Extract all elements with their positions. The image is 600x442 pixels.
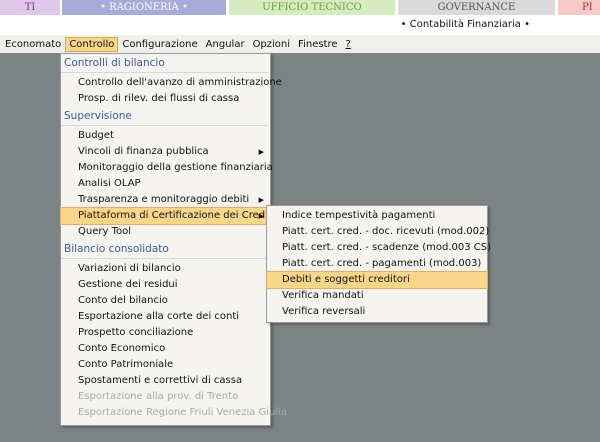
- menu-item-label: Prosp. di rilev. dei flussi di cassa: [78, 93, 240, 104]
- menu-item[interactable]: Conto Patrimoniale: [61, 357, 270, 373]
- menu-item-label: Esportazione Regione Friuli Venezia Giul…: [78, 407, 288, 418]
- section-header: Supervisione: [61, 107, 268, 126]
- section-header: Bilancio consolidato: [61, 240, 268, 259]
- menu-configurazione[interactable]: Configurazione: [118, 37, 201, 52]
- module-tabs: TI • RAGIONERIA • UFFICIO TECNICO GOVERN…: [0, 0, 600, 16]
- menu-item[interactable]: Trasparenza e monitoraggio debiti ▶: [61, 192, 270, 208]
- menu-item[interactable]: Monitoraggio della gestione finanziaria: [61, 160, 273, 176]
- submenu-arrow-icon: ▶: [258, 148, 264, 156]
- submenu-arrow-icon: ▶: [258, 212, 264, 220]
- menu-item-label: Spostamenti e correttivi di cassa: [78, 375, 243, 386]
- context-title: • Contabilità Finanziaria •: [400, 19, 530, 30]
- header: • Contabilità Finanziaria •: [0, 16, 600, 35]
- submenu-item[interactable]: Verifica mandati: [267, 288, 487, 304]
- menu-item[interactable]: Piattaforma di Certificazione dei Credit…: [60, 207, 275, 225]
- submenu-item[interactable]: Piatt. cert. cred. - doc. ricevuti (mod.…: [267, 224, 489, 240]
- menu-item-label: Esportazione alla corte dei conti: [78, 311, 240, 322]
- menu-item-label: Vincoli di finanza pubblica: [78, 146, 209, 157]
- menu-item[interactable]: Budget: [61, 128, 270, 144]
- menu-angular[interactable]: Angular: [202, 37, 249, 52]
- tab-governance[interactable]: GOVERNANCE: [398, 0, 555, 15]
- menu-item-label: Trasparenza e monitoraggio debiti: [78, 194, 250, 205]
- menu-finestre[interactable]: Finestre: [294, 37, 341, 52]
- menu-item[interactable]: Controllo dell'avanzo di amministrazione: [61, 75, 282, 91]
- tab-ragioneria[interactable]: • RAGIONERIA •: [62, 0, 226, 15]
- menu-item-label: Query Tool: [78, 226, 131, 237]
- menu-item[interactable]: Esportazione alla prov. di Trento: [61, 389, 270, 405]
- section-header: Controlli di bilancio: [61, 54, 268, 73]
- submenu-arrow-icon: ▶: [258, 196, 264, 204]
- menu-help[interactable]: ?: [342, 37, 355, 52]
- menu-item[interactable]: Esportazione alla corte dei conti: [61, 309, 270, 325]
- tab-pi[interactable]: PI: [558, 0, 600, 15]
- menu-item-label: Monitoraggio della gestione finanziaria: [78, 162, 273, 173]
- menu-item-label: Gestione dei residui: [78, 279, 178, 290]
- menu-item-label: Conto Patrimoniale: [78, 359, 174, 370]
- tab-ti[interactable]: TI: [0, 0, 60, 15]
- menu-item[interactable]: Spostamenti e correttivi di cassa: [61, 373, 270, 389]
- menu-item[interactable]: Variazioni di bilancio: [61, 261, 270, 277]
- menu-item-label: Budget: [78, 130, 114, 141]
- menubar: Economato Controllo Configurazione Angular O…: [0, 35, 600, 53]
- menu-item-label: Conto Economico: [78, 343, 166, 354]
- menu-item[interactable]: Query Tool: [61, 224, 270, 240]
- menu-item[interactable]: Gestione dei residui: [61, 277, 270, 293]
- menu-item[interactable]: Vincoli di finanza pubblica ▶: [61, 144, 270, 160]
- menu-item[interactable]: Prospetto conciliazione: [61, 325, 270, 341]
- menu-item-label: Piattaforma di Certificazione dei Credit…: [78, 210, 275, 221]
- menu-item-label: Prospetto conciliazione: [78, 327, 194, 338]
- menu-controllo[interactable]: Controllo: [65, 36, 119, 52]
- menu-item-label: Analisi OLAP: [78, 178, 141, 189]
- piattaforma-submenu: Indice tempestività pagamenti Piatt. cert…: [266, 205, 491, 323]
- menu-item[interactable]: Esportazione Regione Friuli Venezia Giul…: [61, 405, 287, 421]
- tab-ufficio-tecnico[interactable]: UFFICIO TECNICO: [229, 0, 395, 15]
- submenu-item[interactable]: Verifica reversali: [267, 304, 487, 320]
- menu-item-label: Variazioni di bilancio: [78, 263, 181, 274]
- menu-item[interactable]: Analisi OLAP: [61, 176, 270, 192]
- menu-item-label: Conto del bilancio: [78, 295, 168, 306]
- submenu-item[interactable]: Indice tempestività pagamenti: [267, 208, 487, 224]
- menu-item[interactable]: Prosp. di rilev. dei flussi di cassa: [61, 91, 270, 107]
- menu-economato[interactable]: Economato: [1, 37, 65, 52]
- submenu-item[interactable]: Piatt. cert. cred. - scadenze (mod.003 C…: [267, 240, 491, 256]
- controllo-menu: Controlli di bilancio Controllo dell'avan…: [60, 53, 287, 426]
- submenu-item[interactable]: Debiti e soggetti creditori: [266, 271, 488, 289]
- menu-item[interactable]: Conto del bilancio: [61, 293, 270, 309]
- menu-opzioni[interactable]: Opzioni: [249, 37, 294, 52]
- menu-item-label: Esportazione alla prov. di Trento: [78, 391, 239, 402]
- menu-item-label: Controllo dell'avanzo di amministrazione: [78, 77, 282, 88]
- menu-item[interactable]: Conto Economico: [61, 341, 270, 357]
- submenu-item[interactable]: Piatt. cert. cred. - pagamenti (mod.003): [267, 256, 487, 272]
